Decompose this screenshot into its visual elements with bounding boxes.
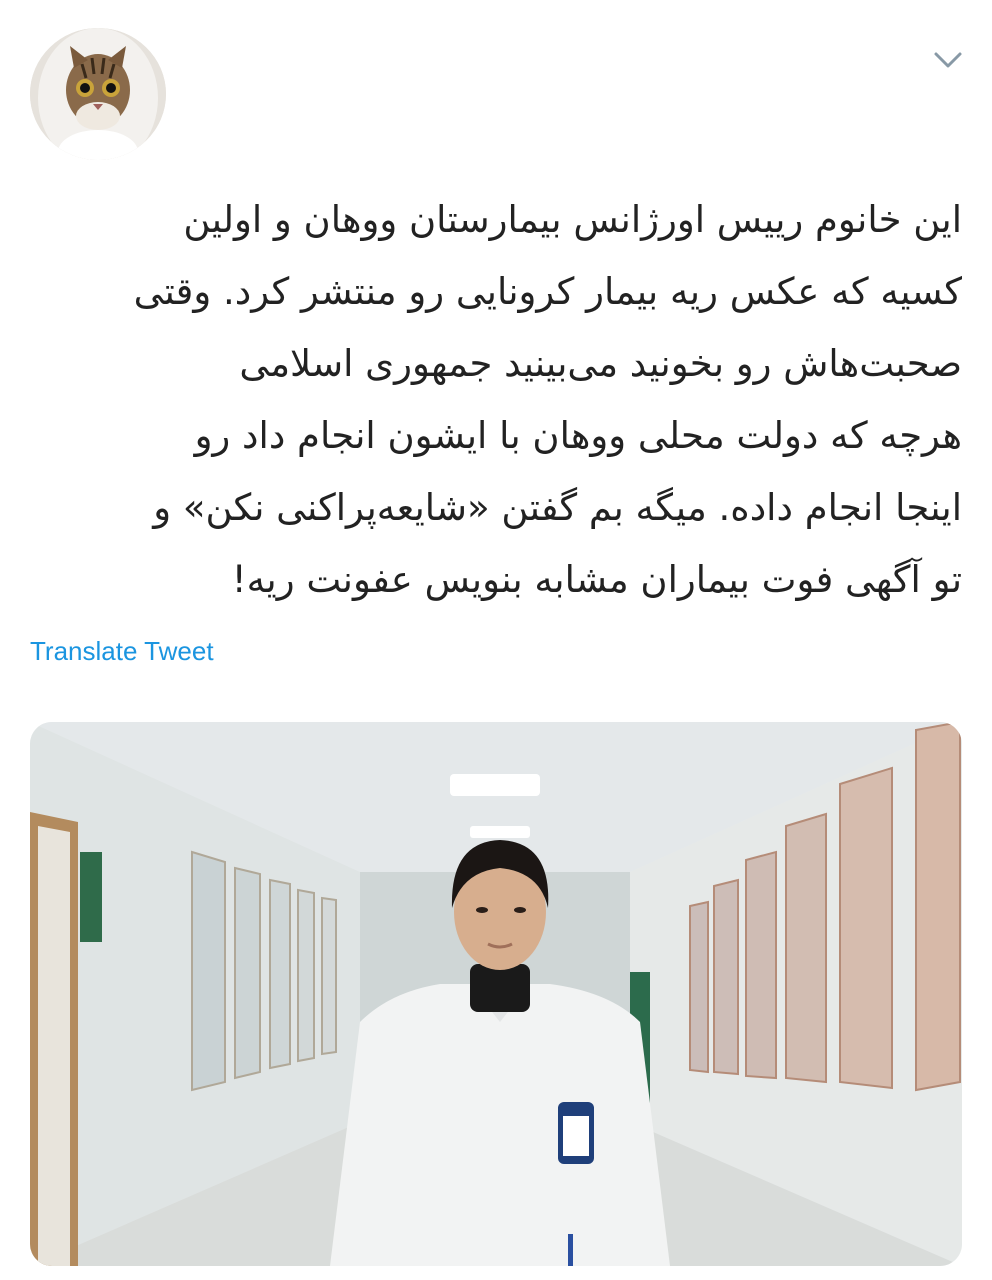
tweet-menu-button[interactable]: [930, 46, 966, 74]
tweet-text-line: هرچه که دولت محلی ووهان با ایشون انجام د…: [194, 414, 962, 457]
tweet-media-image[interactable]: [30, 722, 962, 1266]
tweet-text-line: صحبت‌هاش رو بخونید می‌بینید جمهوری اسلام…: [239, 342, 962, 385]
hospital-corridor-photo: [30, 722, 962, 1266]
chevron-down-icon: [934, 52, 962, 68]
cat-avatar-icon: [30, 28, 166, 160]
tweet-text-line: تو آگهی فوت بیماران مشابه بنویس عفونت ری…: [231, 558, 962, 601]
avatar[interactable]: [30, 28, 166, 160]
translate-tweet-link[interactable]: Translate Tweet: [30, 636, 214, 667]
tweet-text-line: کسیه که عکس ریه بیمار کرونایی رو منتشر ک…: [133, 270, 962, 313]
tweet-text-line: اینجا انجام داده. میگه بم گفتن «شایعه‌پر…: [153, 486, 962, 529]
tweet-text-line: این خانوم رییس اورژانس بیمارستان ووهان و…: [183, 198, 962, 241]
tweet-text: این خانوم رییس اورژانس بیمارستان ووهان و…: [30, 184, 962, 616]
